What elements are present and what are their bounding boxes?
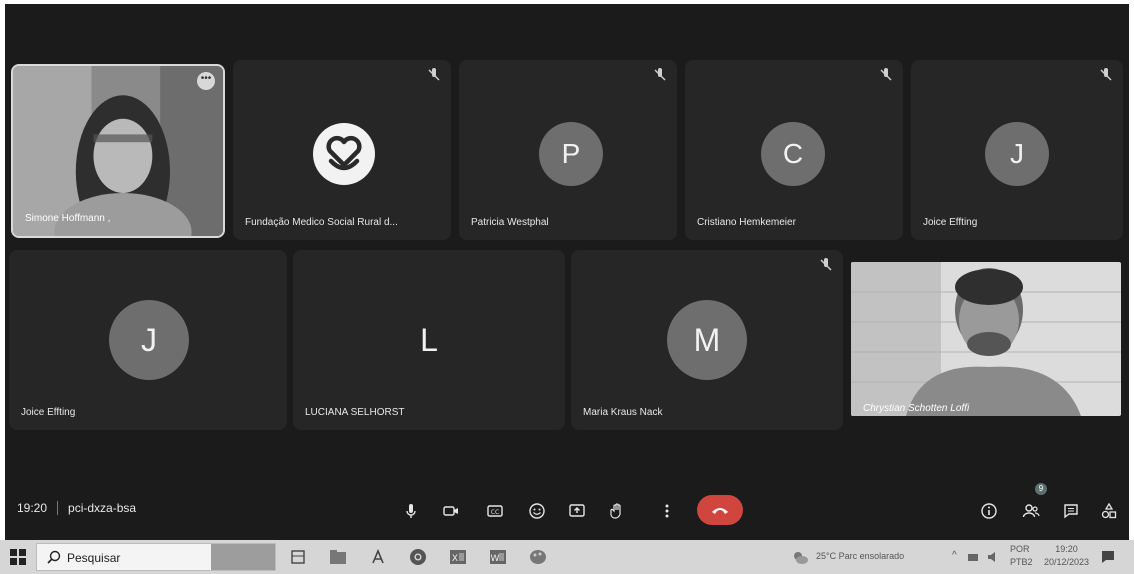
mic-off-icon	[880, 68, 892, 81]
meeting-time: 19:20	[17, 501, 48, 515]
participant-avatar: M	[667, 300, 747, 380]
participant-tile[interactable]: C Cristiano Hemkemeier	[685, 60, 903, 240]
participant-tile[interactable]: P Patricia Westphal	[459, 60, 677, 240]
language-code: POR	[1010, 544, 1030, 554]
mic-off-icon	[428, 68, 440, 81]
activities-button[interactable]	[1095, 497, 1123, 525]
weather-icon	[794, 552, 808, 564]
people-icon	[1022, 504, 1040, 518]
leave-call-button[interactable]	[697, 495, 743, 525]
mic-off-icon	[1100, 68, 1112, 81]
participant-name: LUCIANA SELHORST	[305, 407, 405, 418]
hand-icon	[610, 503, 621, 519]
taskbar-search-input[interactable]: Pesquisar	[36, 543, 276, 571]
word-icon[interactable]: W	[488, 548, 508, 566]
participant-avatar: P	[539, 122, 603, 186]
meeting-controls-bar: 19:20 pci-dxza-bsa CC 9	[5, 483, 1129, 533]
language-indicator[interactable]: POR PTB2	[1010, 543, 1033, 574]
search-placeholder: Pesquisar	[67, 551, 121, 565]
file-explorer-icon[interactable]	[328, 548, 348, 566]
paint-icon[interactable]	[528, 548, 548, 566]
participant-tile[interactable]: J Joice Effting	[9, 250, 287, 430]
participant-name: Joice Effting	[923, 217, 978, 228]
svg-text:W: W	[491, 554, 500, 564]
more-options-button[interactable]	[653, 497, 681, 525]
task-view-icon[interactable]	[288, 548, 308, 566]
reactions-button[interactable]	[523, 497, 551, 525]
participant-name: Maria Kraus Nack	[583, 407, 663, 418]
chrome-icon[interactable]	[408, 548, 428, 566]
weather-text[interactable]: 25°C Parc ensolarado	[816, 551, 904, 574]
meeting-code[interactable]: pci-dxza-bsa	[68, 501, 136, 515]
participant-tile[interactable]: M Maria Kraus Nack	[571, 250, 843, 430]
participant-name: Chrystian Schotten Loffi	[863, 403, 970, 414]
pdf-reader-icon[interactable]	[368, 548, 388, 566]
more-options-icon[interactable]: •••	[197, 72, 215, 90]
participant-tile-video[interactable]: Chrystian Schotten Loffi	[851, 262, 1121, 416]
shapes-icon	[1101, 502, 1117, 519]
network-icon[interactable]	[966, 548, 980, 566]
participant-name: Cristiano Hemkemeier	[697, 217, 796, 228]
camera-button[interactable]	[437, 497, 465, 525]
participant-tile-video[interactable]: ••• Simone Hoffmann ,	[11, 64, 225, 238]
svg-text:X: X	[452, 554, 458, 564]
participant-avatar: L	[389, 300, 469, 380]
captions-icon: CC	[487, 505, 503, 517]
participant-tile[interactable]: L LUCIANA SELHORST	[293, 250, 565, 430]
windows-start-icon[interactable]	[10, 549, 26, 565]
microphone-icon	[406, 504, 416, 518]
meet-window: ••• Simone Hoffmann , Fundação Medico So…	[5, 4, 1129, 540]
svg-text:CC: CC	[491, 509, 499, 516]
microphone-button[interactable]	[397, 497, 425, 525]
present-icon	[569, 504, 585, 517]
excel-icon[interactable]: X	[448, 548, 468, 566]
participant-name: Joice Effting	[21, 407, 76, 418]
organization-logo	[313, 123, 375, 185]
clock[interactable]: 19:20 20/12/2023	[1044, 543, 1089, 574]
chat-icon	[1064, 504, 1078, 519]
participant-name: Simone Hoffmann ,	[25, 213, 111, 224]
raise-hand-button[interactable]	[603, 497, 631, 525]
more-vertical-icon	[665, 504, 669, 518]
participant-video-image	[851, 262, 1121, 416]
windows-taskbar: Pesquisar X W 25°C Parc ensolarado ^ POR…	[0, 540, 1134, 574]
participant-tile[interactable]: Fundação Medico Social Rural d...	[233, 60, 451, 240]
present-screen-button[interactable]	[563, 497, 591, 525]
keyboard-layout: PTB2	[1010, 557, 1033, 567]
meeting-details-button[interactable]	[975, 497, 1003, 525]
search-highlight-image	[211, 544, 275, 570]
captions-button[interactable]: CC	[481, 497, 509, 525]
volume-icon[interactable]	[986, 548, 1000, 566]
emoji-icon	[529, 503, 545, 519]
search-icon	[47, 550, 61, 564]
participant-avatar: C	[761, 122, 825, 186]
clock-date: 20/12/2023	[1044, 557, 1090, 567]
participant-name: Fundação Medico Social Rural d...	[245, 217, 398, 228]
phone-hangup-icon	[712, 508, 728, 514]
clock-time: 19:20	[1055, 544, 1078, 554]
chat-button[interactable]	[1057, 497, 1085, 525]
people-button[interactable]	[1017, 497, 1045, 525]
mic-off-icon	[654, 68, 666, 81]
participant-avatar: J	[985, 122, 1049, 186]
participant-video-image	[13, 66, 223, 236]
participant-avatar: J	[109, 300, 189, 380]
info-icon	[981, 503, 997, 519]
notifications-icon[interactable]	[1100, 548, 1116, 566]
meeting-info: 19:20 pci-dxza-bsa	[17, 501, 136, 515]
camera-icon	[443, 506, 458, 516]
divider	[57, 501, 59, 515]
people-count-badge: 9	[1035, 483, 1047, 495]
tray-expand-icon[interactable]: ^	[952, 550, 957, 574]
participant-tile[interactable]: J Joice Effting	[911, 60, 1123, 240]
participant-name: Patricia Westphal	[471, 217, 549, 228]
mic-off-icon	[820, 258, 832, 271]
